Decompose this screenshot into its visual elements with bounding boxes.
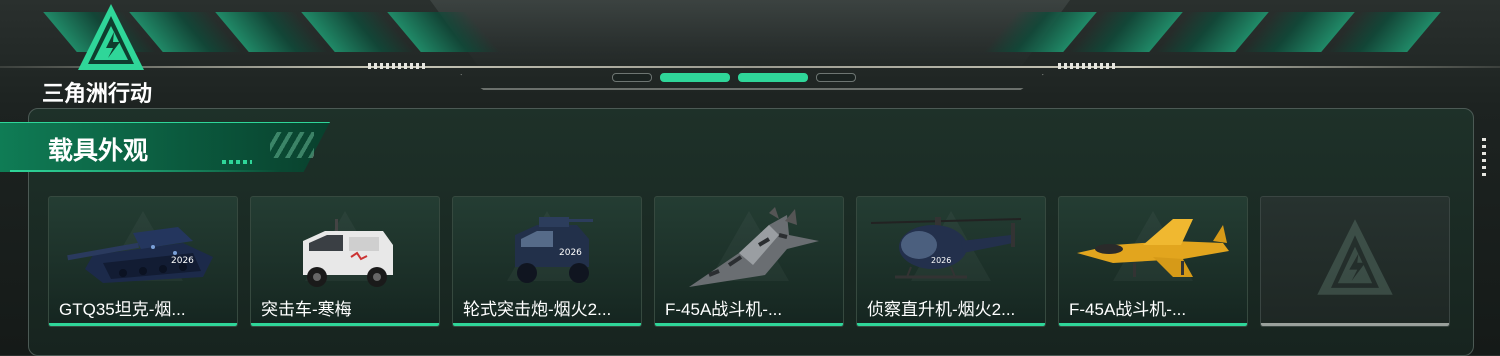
helicopter-icon: 2026 [871,217,1022,279]
vehicle-name: 轮式突击炮-烟火2... [463,300,612,319]
page-dot-active [738,73,808,82]
vehicle-name: GTQ35坦克-烟... [59,300,186,319]
vehicle-name: F-45A战斗机-... [665,300,783,319]
assault-vehicle-icon [303,219,393,287]
card-underline [453,323,641,326]
header-divider [0,66,1500,68]
card-underline [1261,323,1449,326]
fighter-jet-yellow-icon [1077,219,1229,277]
title-underline [10,170,280,172]
vehicle-name: F-45A战斗机-... [1069,300,1187,319]
page-dot-active [660,73,730,82]
header-ticks-right [1058,63,1118,69]
vehicle-card[interactable]: 2026 GTQ35坦克-烟... [48,196,238,327]
wheeled-gun-icon: 2026 [515,217,593,283]
empty-slot-icon [1317,219,1393,295]
card-underline [49,323,237,326]
page-dot [612,73,652,82]
title-decoration-dots [222,160,252,164]
delta-logo-icon [78,4,144,70]
scroll-indicator[interactable] [1482,138,1486,180]
title-decoration [270,132,314,158]
vehicle-card[interactable]: 2026 轮式突击炮-烟火2... [452,196,642,327]
card-underline [655,323,843,326]
svg-text:2026: 2026 [171,256,194,266]
top-header: 三角洲行动 [0,0,1500,106]
section-title: 载具外观 [48,137,149,165]
svg-text:2026: 2026 [931,256,951,265]
page-indicator [612,73,856,82]
vehicle-card[interactable]: F-45A战斗机-... [654,196,844,327]
card-underline [251,323,439,326]
vehicle-name: 突击车-寒梅 [261,300,352,319]
game-logo: 三角洲行动 [42,2,182,106]
vehicle-card[interactable]: 突击车-寒梅 [250,196,440,327]
header-center-plate [430,0,1070,70]
empty-vehicle-slot[interactable] [1260,196,1450,327]
game-title: 三角洲行动 [42,81,153,106]
tank-icon: 2026 [67,227,213,283]
vehicle-card[interactable]: F-45A战斗机-... [1058,196,1248,327]
card-underline [1059,323,1247,326]
fighter-jet-icon [689,207,819,287]
svg-text:2026: 2026 [559,248,582,258]
page-dot [816,73,856,82]
card-underline [857,323,1045,326]
vehicle-card[interactable]: 2026 侦察直升机-烟火2... [856,196,1046,327]
vehicle-name: 侦察直升机-烟火2... [867,300,1016,319]
header-right-stripes [983,12,1441,52]
header-ticks-left [368,63,428,69]
